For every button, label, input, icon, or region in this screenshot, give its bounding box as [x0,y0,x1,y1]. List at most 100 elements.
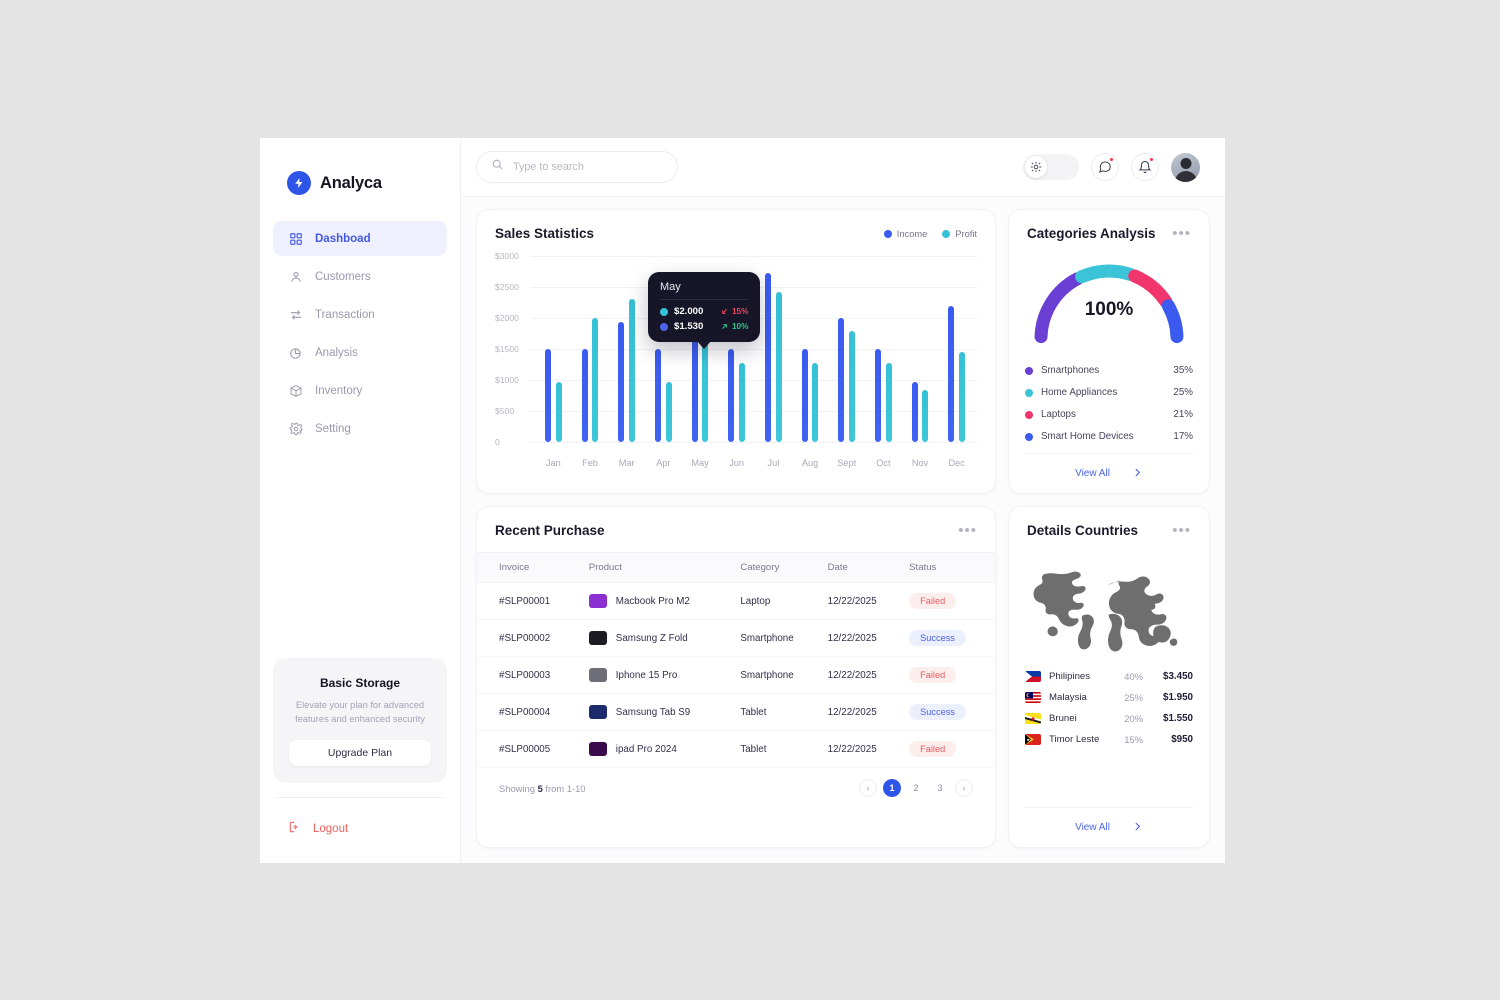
category-label: Home Appliances [1041,387,1118,398]
x-axis-label: Jan [545,458,561,468]
sidebar-nav: Dashboad Customers Transaction Analysis [273,221,447,446]
cell-product: ipad Pro 2024 [582,730,735,768]
countries-view-all[interactable]: View All [1025,807,1193,847]
country-amount: $950 [1171,734,1193,745]
column-header: Invoice [477,552,583,583]
sales-bar-chart: $3000 $2500 $2000 $1500 $1000 $500 0 Jan Feb Mar… [495,251,977,468]
country-amount: $3.450 [1163,671,1193,682]
bar-group [535,349,572,442]
sidebar-item-customers[interactable]: Customers [273,259,447,294]
cell-invoice: #SLP00003 [477,656,583,694]
table-row[interactable]: #SLP00004 Samsung Tab S9 Tablet 12/22/2025 S… [477,693,995,731]
avatar[interactable] [1171,152,1200,182]
country-row: Brunei 20% $1.550 [1025,713,1193,724]
country-percent: 15% [1124,734,1143,745]
cell-category: Smartphone [734,619,822,657]
messages-button[interactable] [1091,153,1119,181]
purchase-title: Recent Purchase [495,523,605,538]
search-box[interactable] [476,151,678,183]
page-2-button[interactable]: 2 [907,779,925,797]
gridline [531,442,977,443]
search-input[interactable] [513,161,663,173]
bar-group [828,318,865,442]
categories-card-header: Categories Analysis ••• [1009,210,1209,245]
upgrade-plan-button[interactable]: Upgrade Plan [289,740,431,766]
x-axis-label: Feb [582,458,598,468]
product-thumbnail [588,594,607,608]
bar-profit-nov [922,389,929,442]
user-icon [288,269,303,284]
product-name: ipad Pro 2024 [615,743,677,755]
bar-income-aug [801,349,808,442]
country-percent: 40% [1124,671,1143,682]
table-row[interactable]: #SLP00002 Samsung Z Fold Smartphone 12/22/2… [477,619,995,657]
table-row[interactable]: #SLP00001 Macbook Pro M2 Laptop 12/22/2025 F… [477,582,995,620]
bar-group [902,381,939,442]
pie-chart-icon [288,345,303,360]
showing-text: Showing 5 from 1-10 [499,782,586,794]
country-percent: 20% [1124,713,1143,724]
status-badge: Failed [909,593,957,609]
sidebar-item-label: Inventory [315,384,363,397]
country-amount: $1.950 [1163,692,1193,703]
theme-toggle[interactable] [1023,154,1079,180]
brand: Analyca [273,138,447,221]
table-row[interactable]: #SLP00003 Iphone 15 Pro Smartphone 12/22/20… [477,656,995,694]
bar-income-mar [618,322,625,442]
country-name: Philipines [1049,671,1091,682]
status-badge: Success [909,704,966,720]
page-1-button[interactable]: 1 [883,779,901,797]
product-name: Macbook Pro M2 [615,595,690,607]
categories-analysis-card: Categories Analysis ••• 100% Smartphones… [1008,209,1210,494]
bar-group [608,299,645,442]
more-icon[interactable]: ••• [1172,226,1191,241]
categories-view-all[interactable]: View All [1025,453,1193,493]
recent-purchase-card: Recent Purchase ••• Invoice Product Catego… [476,506,996,848]
sidebar-item-dashboard[interactable]: Dashboad [273,221,447,256]
sidebar-item-inventory[interactable]: Inventory [273,373,447,408]
tooltip-row-profit: $2.000 15% [660,306,748,317]
country-row: Timor Leste 15% $950 [1025,734,1193,745]
logout-button[interactable]: Logout [273,798,447,863]
bar-profit-dec [958,352,965,442]
sidebar-item-analysis[interactable]: Analysis [273,335,447,370]
chart-x-axis: Jan Feb Mar Apr May Jun Jul Aug Sept Oct Nov Dec [535,458,975,468]
x-axis-label: Oct [876,458,891,468]
bar-group [792,349,829,442]
x-axis-label: Aug [801,458,819,468]
more-icon[interactable]: ••• [958,523,977,538]
timor-leste-flag [1025,734,1041,745]
transfer-icon [288,307,303,322]
page-3-button[interactable]: 3 [931,779,949,797]
sidebar-item-transaction[interactable]: Transaction [273,297,447,332]
cell-invoice: #SLP00002 [477,619,583,657]
details-countries-card: Details Countries ••• Philipines 40% $3.… [1008,506,1210,848]
table-header: Invoice Product Category Date Status [477,552,995,583]
product-thumbnail [588,631,607,645]
top-bar [461,138,1225,197]
categories-title: Categories Analysis [1027,226,1156,241]
cell-status: Success [903,619,995,657]
table-row[interactable]: #SLP00005 ipad Pro 2024 Tablet 12/22/2025 Fa… [477,730,995,768]
bar-profit-sept [848,331,855,442]
bar-group [755,273,792,442]
view-all-label: View All [1075,468,1110,479]
countries-title: Details Countries [1027,523,1139,538]
chart-tooltip: May $2.000 15% $1.530 10% [648,272,760,342]
chevron-right-icon[interactable]: › [955,779,973,797]
bar-profit-jun [738,362,745,442]
sidebar-item-setting[interactable]: Setting [273,411,447,446]
cell-product: Samsung Z Fold [582,619,735,657]
country-name: Timor Leste [1049,734,1100,745]
category-row: Smart Home Devices 17% [1025,431,1193,442]
bar-profit-apr [665,381,672,442]
more-icon[interactable]: ••• [1172,523,1191,538]
y-axis-tick: 0 [495,437,500,447]
legend-label: Income [896,228,928,239]
world-map [1009,542,1209,663]
notifications-button[interactable] [1131,153,1159,181]
chevron-left-icon[interactable]: ‹ [859,779,877,797]
promo-description: Elevate your plan for advanced features … [295,700,425,725]
sales-card-header: Sales Statistics Income Profit [477,210,995,245]
country-amount: $1.550 [1163,713,1193,724]
